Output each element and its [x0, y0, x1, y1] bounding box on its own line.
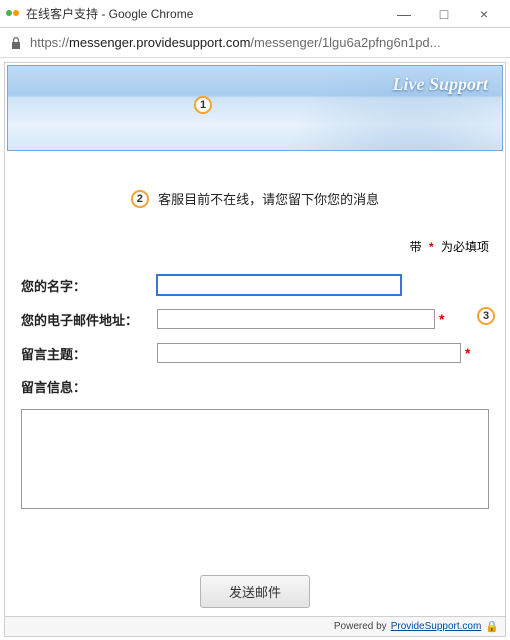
banner-brand: Live Support: [392, 74, 488, 95]
footer-link[interactable]: ProvideSupport.com: [391, 621, 482, 632]
annotation-3: 3: [477, 307, 495, 325]
message-textarea[interactable]: [21, 409, 489, 509]
form-area: 2 客服目前不在线，请您留下你您的消息 带 * 为必填项 您的名字： 您的电子邮…: [5, 153, 505, 616]
row-subject: 留言主题： *: [21, 341, 489, 365]
notice-text: 客服目前不在线，请您留下你您的消息: [158, 192, 379, 207]
minimize-button[interactable]: —: [384, 1, 424, 27]
email-label: 您的电子邮件地址：: [21, 310, 157, 329]
required-prefix: 带: [410, 240, 422, 254]
window-controls: — □ ×: [384, 1, 504, 27]
window-title: 在线客户支持 - Google Chrome: [26, 5, 384, 22]
url-text: https://messenger.providesupport.com/mes…: [30, 35, 500, 50]
url-scheme: https://: [30, 35, 69, 50]
send-button[interactable]: 发送邮件: [200, 575, 310, 608]
footer: Powered by ProvideSupport.com 🔒: [5, 616, 505, 636]
url-path: /messenger/1lgu6a2pfng6n1pd...: [250, 35, 440, 50]
row-name: 您的名字：: [21, 273, 489, 297]
message-wrap: [21, 409, 489, 547]
required-star: *: [429, 240, 434, 254]
footer-lock-icon: 🔒: [485, 620, 499, 633]
offline-notice: 2 客服目前不在线，请您留下你您的消息: [21, 189, 489, 208]
email-input[interactable]: [157, 309, 435, 329]
name-label: 您的名字：: [21, 276, 157, 295]
subject-required-star: *: [461, 345, 489, 361]
submit-row: 发送邮件: [21, 575, 489, 608]
annotation-2: 2: [131, 190, 149, 208]
footer-powered: Powered by: [334, 621, 387, 632]
row-email: 您的电子邮件地址： * 3: [21, 307, 489, 331]
annotation-1: 1: [194, 96, 212, 114]
maximize-button[interactable]: □: [424, 1, 464, 27]
lock-icon: [10, 36, 22, 50]
subject-input[interactable]: [157, 343, 461, 363]
url-host: messenger.providesupport.com: [69, 35, 250, 50]
window-titlebar: 在线客户支持 - Google Chrome — □ ×: [0, 0, 510, 28]
banner: Live Support 1: [7, 65, 503, 151]
name-input[interactable]: [157, 275, 401, 295]
favicon-icon: [6, 7, 20, 21]
required-suffix: 为必填项: [441, 240, 489, 254]
subject-label: 留言主题：: [21, 344, 157, 363]
row-message-label: 留言信息：: [21, 375, 489, 399]
message-label: 留言信息：: [21, 375, 157, 396]
content-frame: Live Support 1 2 客服目前不在线，请您留下你您的消息 带 * 为…: [4, 62, 506, 637]
address-bar[interactable]: https://messenger.providesupport.com/mes…: [0, 28, 510, 58]
email-required-star: *: [435, 311, 463, 327]
close-button[interactable]: ×: [464, 1, 504, 27]
required-note: 带 * 为必填项: [21, 238, 489, 255]
